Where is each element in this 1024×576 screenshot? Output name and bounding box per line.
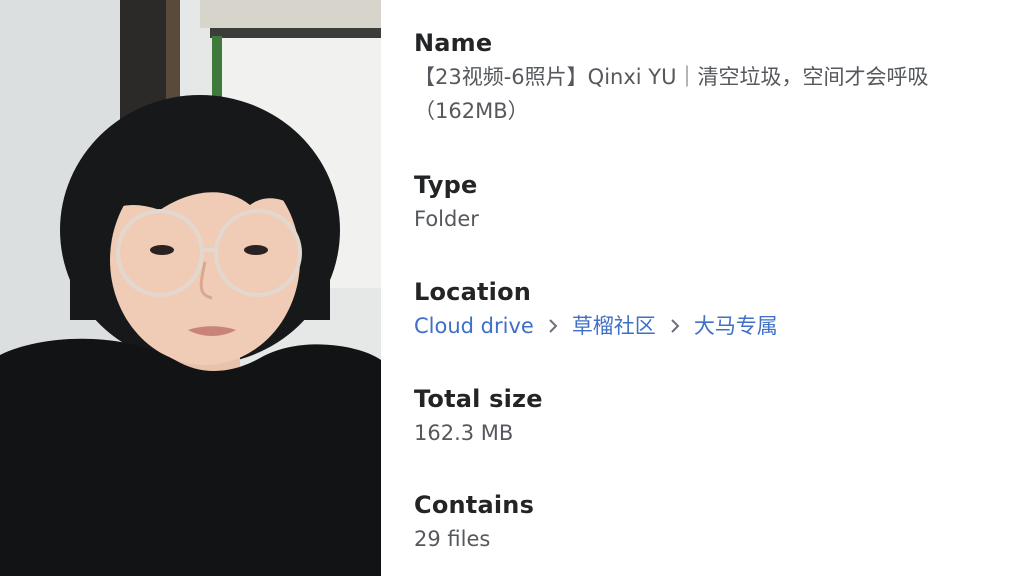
location-label: Location	[414, 278, 532, 306]
contains-field: Contains 29 files	[414, 490, 974, 556]
contains-value: 29 files	[414, 527, 491, 551]
total-size-value: 162.3 MB	[414, 421, 514, 445]
breadcrumb-folder-2[interactable]: 大马专属	[694, 309, 778, 343]
contains-label: Contains	[414, 491, 535, 519]
type-label: Type	[414, 171, 478, 199]
breadcrumb-cloud-drive[interactable]: Cloud drive	[414, 309, 534, 343]
type-value: Folder	[414, 207, 479, 231]
folder-name-value: 【23视频-6照片】Qinxi YU｜清空垃圾，空间才会呼吸（162MB）	[414, 65, 929, 123]
chevron-right-icon	[664, 318, 686, 334]
location-breadcrumb: Cloud drive 草榴社区 大马专属	[414, 309, 974, 343]
person-photo	[0, 0, 381, 576]
location-field: Location Cloud drive 草榴社区 大马专属	[414, 277, 974, 343]
name-label: Name	[414, 29, 493, 57]
total-size-label: Total size	[414, 385, 543, 413]
total-size-field: Total size 162.3 MB	[414, 384, 974, 450]
name-field: Name 【23视频-6照片】Qinxi YU｜清空垃圾，空间才会呼吸（162M…	[414, 28, 974, 128]
folder-details-panel: Name 【23视频-6照片】Qinxi YU｜清空垃圾，空间才会呼吸（162M…	[381, 0, 1024, 576]
chevron-right-icon	[542, 318, 564, 334]
type-field: Type Folder	[414, 170, 974, 236]
breadcrumb-folder-1[interactable]: 草榴社区	[572, 309, 656, 343]
folder-preview-photo	[0, 0, 381, 576]
